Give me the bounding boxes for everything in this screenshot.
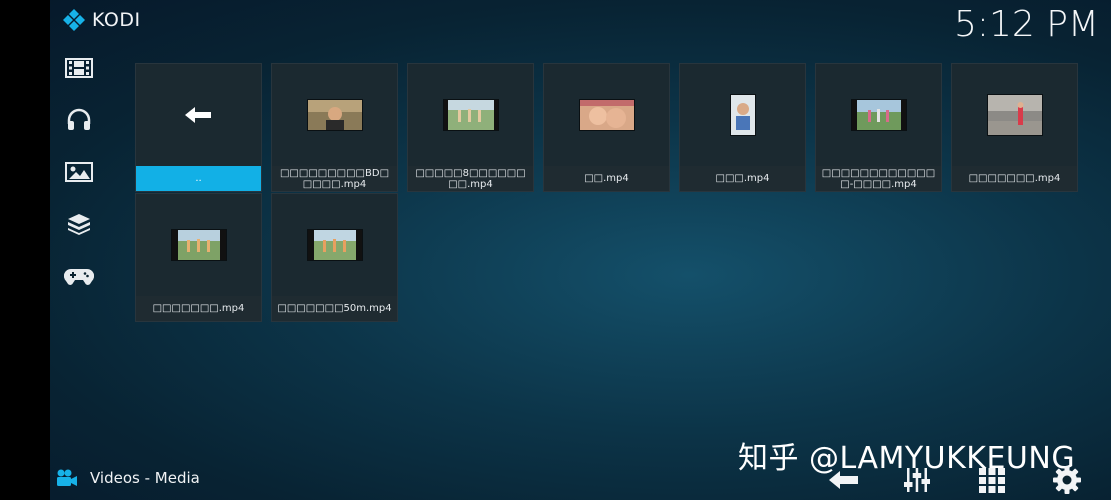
video-thumbnail <box>306 99 363 131</box>
file-label: □□□□□□□50m.mp4 <box>272 296 397 321</box>
kodi-logo: KODI <box>62 8 141 32</box>
left-black-bar <box>0 0 50 500</box>
file-label: □□□□□8□□□□□□□□.mp4 <box>408 166 533 191</box>
file-label: □□□□□□□□□BD□□□□□.mp4 <box>272 166 397 191</box>
thumb-area <box>272 194 397 296</box>
video-tile[interactable]: □□□□□□□.mp4 <box>135 193 262 322</box>
gear-icon <box>1053 466 1081 494</box>
settings-sliders-button[interactable] <box>901 464 933 496</box>
section-title: Videos - Media <box>90 469 200 487</box>
grid-icon <box>979 468 1005 493</box>
back-arrow-icon <box>184 107 211 123</box>
video-tile[interactable]: □□□□□□□.mp4 <box>951 63 1078 192</box>
video-thumbnail <box>442 99 499 131</box>
gamepad-icon[interactable] <box>64 264 94 288</box>
kodi-logo-icon <box>63 9 85 31</box>
video-thumbnail <box>729 94 756 136</box>
video-thumbnail <box>306 229 363 261</box>
thumb-area <box>952 64 1077 166</box>
back-button[interactable] <box>828 464 860 496</box>
video-tile[interactable]: □□□□□□□50m.mp4 <box>271 193 398 322</box>
video-tile[interactable]: □□□□□8□□□□□□□□.mp4 <box>407 63 534 192</box>
clock: 5:12 PM <box>953 4 1099 45</box>
thumb-area <box>680 64 805 166</box>
addons-box-icon[interactable] <box>64 212 94 236</box>
thumb-area <box>136 194 261 296</box>
video-thumbnail <box>170 229 227 261</box>
back-arrow-icon <box>829 471 858 489</box>
app-name: KODI <box>92 9 141 31</box>
video-tile[interactable]: □□□.mp4 <box>679 63 806 192</box>
sliders-icon <box>904 468 930 492</box>
video-thumbnail <box>986 94 1043 136</box>
thumb-area <box>544 64 669 166</box>
thumb-area <box>408 64 533 166</box>
video-thumbnail <box>850 99 907 131</box>
view-grid-button[interactable] <box>976 464 1008 496</box>
file-label: □□.mp4 <box>544 166 669 191</box>
video-tile[interactable]: □□□□□□□□□BD□□□□□.mp4 <box>271 63 398 192</box>
file-label: □□□□□□□.mp4 <box>136 296 261 321</box>
thumb-area <box>816 64 941 166</box>
parent-folder-thumb <box>136 64 261 166</box>
file-label: □□□.mp4 <box>680 166 805 191</box>
headphones-icon[interactable] <box>64 108 94 132</box>
parent-folder-tile[interactable]: .. <box>135 63 262 192</box>
video-camera-icon <box>57 469 77 486</box>
settings-button[interactable] <box>1051 464 1083 496</box>
video-tile[interactable]: □□.mp4 <box>543 63 670 192</box>
file-label: □□□□□□□.mp4 <box>952 166 1077 191</box>
video-tile[interactable]: □□□□□□□□□□□□□-□□□□.mp4 <box>815 63 942 192</box>
section-indicator: Videos - Media <box>56 469 200 487</box>
file-label: .. <box>136 166 261 191</box>
video-thumbnail <box>578 99 635 131</box>
film-icon[interactable] <box>64 56 94 80</box>
thumb-area <box>272 64 397 166</box>
file-label: □□□□□□□□□□□□□-□□□□.mp4 <box>816 166 941 191</box>
picture-icon[interactable] <box>64 160 94 184</box>
